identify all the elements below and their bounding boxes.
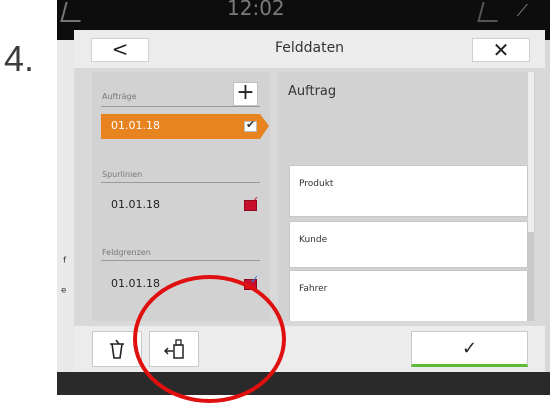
divider: [101, 260, 260, 261]
section-title-spurlinien: Spurlinien: [102, 170, 143, 179]
color-check-icon: ✓: [250, 194, 260, 207]
list-item-feldgrenze[interactable]: 01.01.18 ✓: [101, 272, 260, 297]
map-marker-icon: ᶠ: [63, 255, 68, 271]
dialog-titlebar: < Felddaten ✕: [74, 30, 545, 68]
signal-strength-icon: [477, 2, 503, 22]
usb-export-icon: [164, 339, 184, 359]
color-check-icon: ✓: [250, 273, 260, 286]
satellite-icon: ⟋: [516, 1, 528, 20]
field-label: Fahrer: [299, 284, 328, 294]
item-date: 01.01.18: [111, 119, 160, 132]
felddaten-dialog: < Felddaten ✕ Aufträge + 01.01.18 ✔ Spur…: [74, 30, 545, 372]
dialog-bottom-bar: ✓: [74, 326, 545, 372]
signal-icon: [60, 2, 86, 22]
background-toolbar: [57, 372, 550, 395]
auftrag-detail-panel: Auftrag Produkt Kunde Fahrer: [278, 72, 535, 321]
terminal-screen: 12:02 ⟋ ᶠ ᵉ < Felddaten ✕ Aufträge + 01.…: [57, 0, 550, 395]
checkmark-icon: ✓: [461, 338, 478, 359]
trash-icon: [110, 339, 124, 359]
field-label: Produkt: [299, 179, 334, 189]
item-date: 01.01.18: [111, 198, 160, 211]
fahrer-field[interactable]: Fahrer: [289, 270, 528, 321]
scrollbar-thumb[interactable]: [528, 232, 534, 321]
export-usb-button[interactable]: [149, 331, 199, 367]
divider: [101, 182, 260, 183]
status-time: 12:02: [227, 0, 285, 20]
divider: [101, 106, 260, 107]
close-button[interactable]: ✕: [472, 38, 530, 62]
scrollbar[interactable]: [528, 72, 534, 321]
field-label: Kunde: [299, 235, 328, 245]
section-title-feldgrenzen: Feldgrenzen: [102, 248, 151, 257]
section-title-auftraege: Aufträge: [102, 92, 137, 101]
data-list-panel: Aufträge + 01.01.18 ✔ Spurlinien 01.01.1…: [92, 72, 270, 321]
list-item-spurlinie[interactable]: 01.01.18 ✓: [101, 193, 260, 218]
step-number: 4.: [4, 38, 35, 79]
status-bar: 12:02 ⟋: [57, 0, 550, 26]
produkt-field[interactable]: Produkt: [289, 165, 528, 217]
confirm-button[interactable]: ✓: [411, 331, 528, 367]
add-auftrag-button[interactable]: +: [233, 82, 258, 106]
detail-title: Auftrag: [288, 84, 337, 99]
checkbox[interactable]: ✔: [244, 118, 257, 132]
kunde-field[interactable]: Kunde: [289, 221, 528, 268]
item-date: 01.01.18: [111, 277, 160, 290]
delete-button[interactable]: [92, 331, 142, 367]
map-marker-icon: ᵉ: [61, 285, 67, 301]
check-icon: ✔: [246, 118, 256, 131]
list-item-auftrag[interactable]: 01.01.18 ✔: [101, 114, 269, 139]
